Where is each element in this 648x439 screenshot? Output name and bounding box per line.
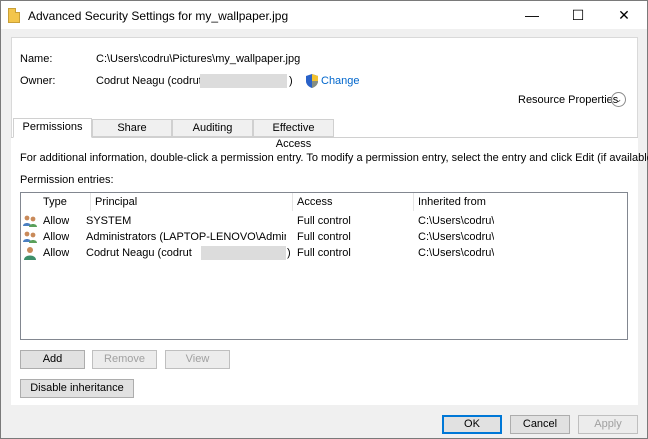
owner-label: Owner: <box>20 75 56 87</box>
redacted-principal-email <box>201 246 286 260</box>
apply-button[interactable]: Apply <box>578 415 638 434</box>
disable-inheritance-button[interactable]: Disable inheritance <box>20 379 134 398</box>
row-principal: Administrators (LAPTOP-LENOVO\Administra… <box>86 231 286 243</box>
tab-auditing[interactable]: Auditing <box>172 119 253 137</box>
column-header-access[interactable]: Access <box>293 193 414 211</box>
file-icon <box>8 8 20 23</box>
resource-properties-label[interactable]: Resource Properties <box>518 94 618 106</box>
row-type: Allow <box>43 215 70 227</box>
row-inherited-from: C:\Users\codru\ <box>418 231 495 243</box>
group-users-icon <box>23 215 37 227</box>
owner-value: Codrut Neagu (codrut_ <box>96 75 208 87</box>
row-access: Full control <box>297 231 351 243</box>
window-title: Advanced Security Settings for my_wallpa… <box>28 9 289 23</box>
group-users-icon <box>23 231 37 243</box>
owner-value-suffix: ) <box>289 75 293 87</box>
row-inherited-from: C:\Users\codru\ <box>418 247 495 259</box>
permission-entries-label: Permission entries: <box>20 174 114 186</box>
title-bar[interactable]: Advanced Security Settings for my_wallpa… <box>1 1 647 29</box>
column-header-type[interactable]: Type <box>39 193 91 211</box>
view-button[interactable]: View <box>165 350 230 369</box>
user-icon <box>24 247 36 260</box>
chevron-down-icon[interactable]: ⌄ <box>611 92 626 107</box>
permission-entries-list[interactable]: Type Principal Access Inherited from All… <box>20 192 628 340</box>
ok-button[interactable]: OK <box>442 415 502 434</box>
row-inherited-from: C:\Users\codru\ <box>418 215 495 227</box>
maximize-button[interactable]: ☐ <box>555 1 601 29</box>
remove-button[interactable]: Remove <box>92 350 157 369</box>
row-principal: Codrut Neagu (codrut <box>86 247 192 259</box>
column-header-principal[interactable]: Principal <box>91 193 293 211</box>
column-header-inherited-from[interactable]: Inherited from <box>414 193 627 211</box>
tab-effective-access[interactable]: Effective Access <box>253 119 334 150</box>
row-type: Allow <box>43 231 70 243</box>
table-row[interactable]: Allow Administrators (LAPTOP-LENOVO\Admi… <box>21 229 627 245</box>
advanced-security-window: Advanced Security Settings for my_wallpa… <box>0 0 648 439</box>
name-label: Name: <box>20 53 53 65</box>
row-type: Allow <box>43 247 70 259</box>
row-access: Full control <box>297 247 351 259</box>
instructions-text: For additional information, double-click… <box>20 152 648 164</box>
tab-permissions[interactable]: Permissions <box>13 118 92 138</box>
change-owner-link[interactable]: Change <box>321 75 360 87</box>
cancel-button[interactable]: Cancel <box>510 415 570 434</box>
add-button[interactable]: Add <box>20 350 85 369</box>
tab-share[interactable]: Share <box>92 119 172 137</box>
row-principal-suffix: ) <box>287 247 291 259</box>
close-button[interactable]: ✕ <box>601 1 647 29</box>
row-principal: SYSTEM <box>86 215 132 227</box>
table-row[interactable]: Allow Codrut Neagu (codrut ) Full contro… <box>21 245 627 261</box>
name-value: C:\Users\codru\Pictures\my_wallpaper.jpg <box>96 53 301 65</box>
redacted-owner-email <box>200 74 287 88</box>
table-row[interactable]: Allow SYSTEM Full control C:\Users\codru… <box>21 213 627 229</box>
row-access: Full control <box>297 215 351 227</box>
uac-shield-icon <box>306 74 318 88</box>
minimize-button[interactable]: — <box>509 1 555 29</box>
